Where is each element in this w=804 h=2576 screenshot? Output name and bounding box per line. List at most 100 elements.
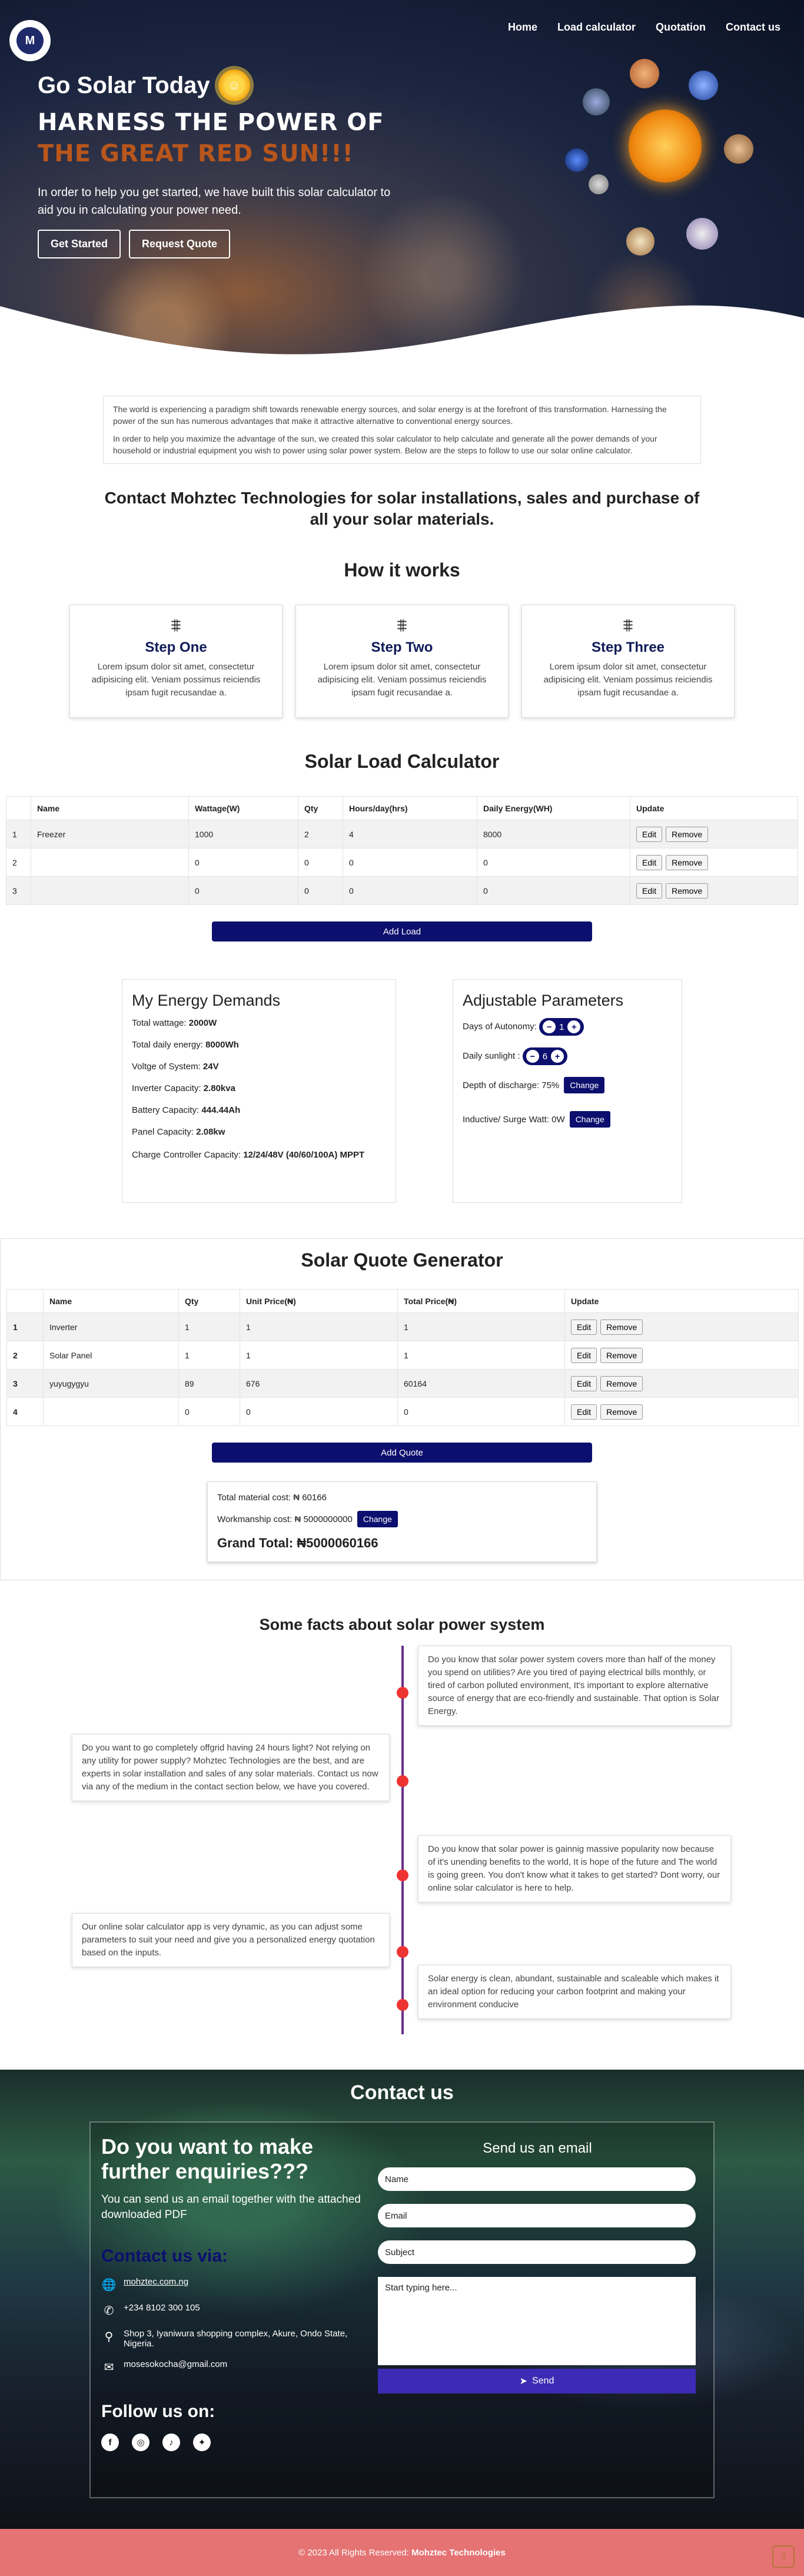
table-row: 3 yuyugygyu 89 676 60164 Edit Remove [6, 1369, 799, 1398]
table-row: 20000 Edit Remove [6, 848, 798, 877]
remove-button[interactable]: Remove [600, 1347, 643, 1363]
edit-button[interactable]: Edit [571, 1404, 597, 1420]
plus-icon[interactable]: + [567, 1020, 581, 1033]
sunlight-stepper: −6 + [522, 1047, 568, 1065]
remove-button[interactable]: Remove [666, 826, 709, 842]
timeline-dot [397, 1999, 408, 2011]
hero-line2: THE GREAT RED SUN!!! [38, 140, 354, 167]
change-workmanship-button[interactable]: Change [357, 1511, 398, 1527]
remove-button[interactable]: Remove [600, 1319, 643, 1335]
quote-table: Name Qty Unit Price(₦) Total Price(₦) Up… [6, 1289, 799, 1426]
table-row: 2 Solar Panel 1 1 1 Edit Remove [6, 1341, 799, 1370]
stairs-icon: ⩨ [623, 616, 633, 635]
energy-demands-card: My Energy Demands Total wattage: 2000W T… [122, 979, 396, 1203]
timeline-dot [397, 1775, 408, 1787]
minus-icon[interactable]: − [526, 1050, 539, 1063]
subject-field[interactable]: Subject [378, 2240, 696, 2264]
name-field[interactable]: Name [378, 2167, 696, 2191]
fact-card: Do you know that solar power is gainnig … [418, 1835, 731, 1902]
instagram-icon[interactable]: ◎ [132, 2434, 149, 2451]
calculator-title: Solar Load Calculator [304, 751, 500, 772]
load-table: Name Wattage(W) Qty Hours/day(hrs) Daily… [6, 796, 798, 905]
table-row: 1 Inverter 1 1 1 Edit Remove [6, 1312, 799, 1341]
step-card: ⩨ Step One Lorem ipsum dolor sit amet, c… [69, 605, 283, 718]
facts-title: Some facts about solar power system [259, 1616, 545, 1633]
remove-button[interactable]: Remove [600, 1375, 643, 1391]
send-button[interactable]: ➤ Send [378, 2369, 696, 2393]
mail-icon: ✉ [104, 2360, 114, 2374]
table-row: 1 Freezer 1000 2 4 8000 Edit Remove [6, 820, 798, 848]
location-icon: ⚲ [104, 2330, 114, 2343]
how-it-works-title: How it works [344, 559, 460, 581]
minus-icon[interactable]: − [543, 1020, 556, 1033]
timeline-dot [397, 1687, 408, 1699]
nav-contact[interactable]: Contact us [726, 21, 780, 34]
stairs-icon: ⩨ [171, 616, 181, 635]
edit-button[interactable]: Edit [636, 826, 663, 842]
edit-button[interactable]: Edit [571, 1347, 597, 1363]
sun-icon: ☺ [218, 69, 250, 101]
contact-title: Contact us [350, 2081, 454, 2104]
change-surge-button[interactable]: Change [569, 1111, 610, 1128]
phone-icon: ✆ [104, 2304, 114, 2318]
table-row: 30000 Edit Remove [6, 876, 798, 905]
remove-button[interactable]: Remove [666, 854, 709, 870]
step-card: ⩨ Step Three Lorem ipsum dolor sit amet,… [521, 605, 735, 718]
logo[interactable]: M [9, 20, 51, 61]
stairs-icon: ⩨ [397, 616, 407, 635]
remove-button[interactable]: Remove [600, 1404, 643, 1420]
adjustable-parameters-card: Adjustable Parameters Days of Autonomy: … [453, 979, 682, 1203]
fact-card: Solar energy is clean, abundant, sustain… [418, 1965, 731, 2019]
energy-section: My Energy Demands Total wattage: 2000W T… [0, 979, 804, 1203]
fact-card: Our online solar calculator app is very … [72, 1913, 390, 1967]
totals-card: Total material cost: ₦ 60166 Workmanship… [207, 1481, 597, 1562]
add-quote-button[interactable]: Add Quote [212, 1443, 592, 1463]
solar-system-image [565, 59, 777, 271]
edit-button[interactable]: Edit [571, 1319, 597, 1335]
request-quote-button[interactable]: Request Quote [129, 230, 231, 258]
send-icon: ➤ [519, 2376, 528, 2386]
contact-box: Do you want to make further enquiries???… [89, 2121, 715, 2498]
timeline-dot [397, 1946, 408, 1958]
tiktok-icon[interactable]: ♪ [162, 2434, 180, 2451]
footer: © 2023 All Rights Reserved: Mohztec Tech… [0, 2529, 804, 2576]
quote-title: Solar Quote Generator [301, 1249, 503, 1271]
navbar: M Home Load calculator Quotation Contact… [0, 18, 804, 61]
quote-section: Solar Quote Generator Name Qty Unit Pric… [0, 1238, 804, 1580]
autonomy-stepper: −1 + [539, 1018, 584, 1036]
step-card: ⩨ Step Two Lorem ipsum dolor sit amet, c… [295, 605, 509, 718]
hero-text: In order to help you get started, we hav… [38, 186, 391, 217]
twitter-icon[interactable]: ✦ [193, 2434, 211, 2451]
timeline-dot [397, 1869, 408, 1881]
facebook-icon[interactable]: f [101, 2434, 119, 2451]
email-field[interactable]: Email [378, 2204, 696, 2227]
message-field[interactable]: Start typing here... [378, 2277, 696, 2365]
edit-button[interactable]: Edit [636, 883, 663, 899]
hero-wave [0, 305, 804, 365]
contact-heading: Contact Mohztec Technologies for solar i… [104, 489, 700, 528]
add-load-button[interactable]: Add Load [212, 921, 592, 941]
edit-button[interactable]: Edit [571, 1375, 597, 1391]
nav-load-calculator[interactable]: Load calculator [557, 21, 636, 34]
edit-button[interactable]: Edit [636, 854, 663, 870]
contact-section: Contact us Do you want to make further e… [0, 2070, 804, 2529]
hero-section: M Home Load calculator Quotation Contact… [0, 0, 804, 365]
hero-title: Go Solar Today ☺ [38, 69, 250, 101]
plus-icon[interactable]: + [551, 1050, 564, 1063]
intro-box: The world is experiencing a paradigm shi… [103, 396, 701, 464]
email-form: Send us an email Name Email Subject Star… [378, 2140, 697, 2393]
globe-icon: 🌐 [101, 2278, 117, 2292]
fact-card: Do you want to go completely offgrid hav… [72, 1734, 390, 1801]
scroll-top-icon[interactable]: ⇧ [772, 2545, 795, 2568]
nav-quotation[interactable]: Quotation [656, 21, 706, 34]
get-started-button[interactable]: Get Started [38, 230, 121, 258]
hero-line1: HARNESS THE POWER OF [38, 109, 384, 136]
steps: ⩨ Step One Lorem ipsum dolor sit amet, c… [0, 605, 804, 718]
facts-timeline: Do you know that solar power system cove… [0, 1646, 804, 2034]
remove-button[interactable]: Remove [666, 883, 709, 899]
table-row: 4000 Edit Remove [6, 1397, 799, 1426]
nav-home[interactable]: Home [508, 21, 537, 34]
website-link[interactable]: mohztec.com.ng [124, 2277, 188, 2287]
fact-card: Do you know that solar power system cove… [418, 1646, 731, 1726]
change-dod-button[interactable]: Change [564, 1077, 605, 1093]
